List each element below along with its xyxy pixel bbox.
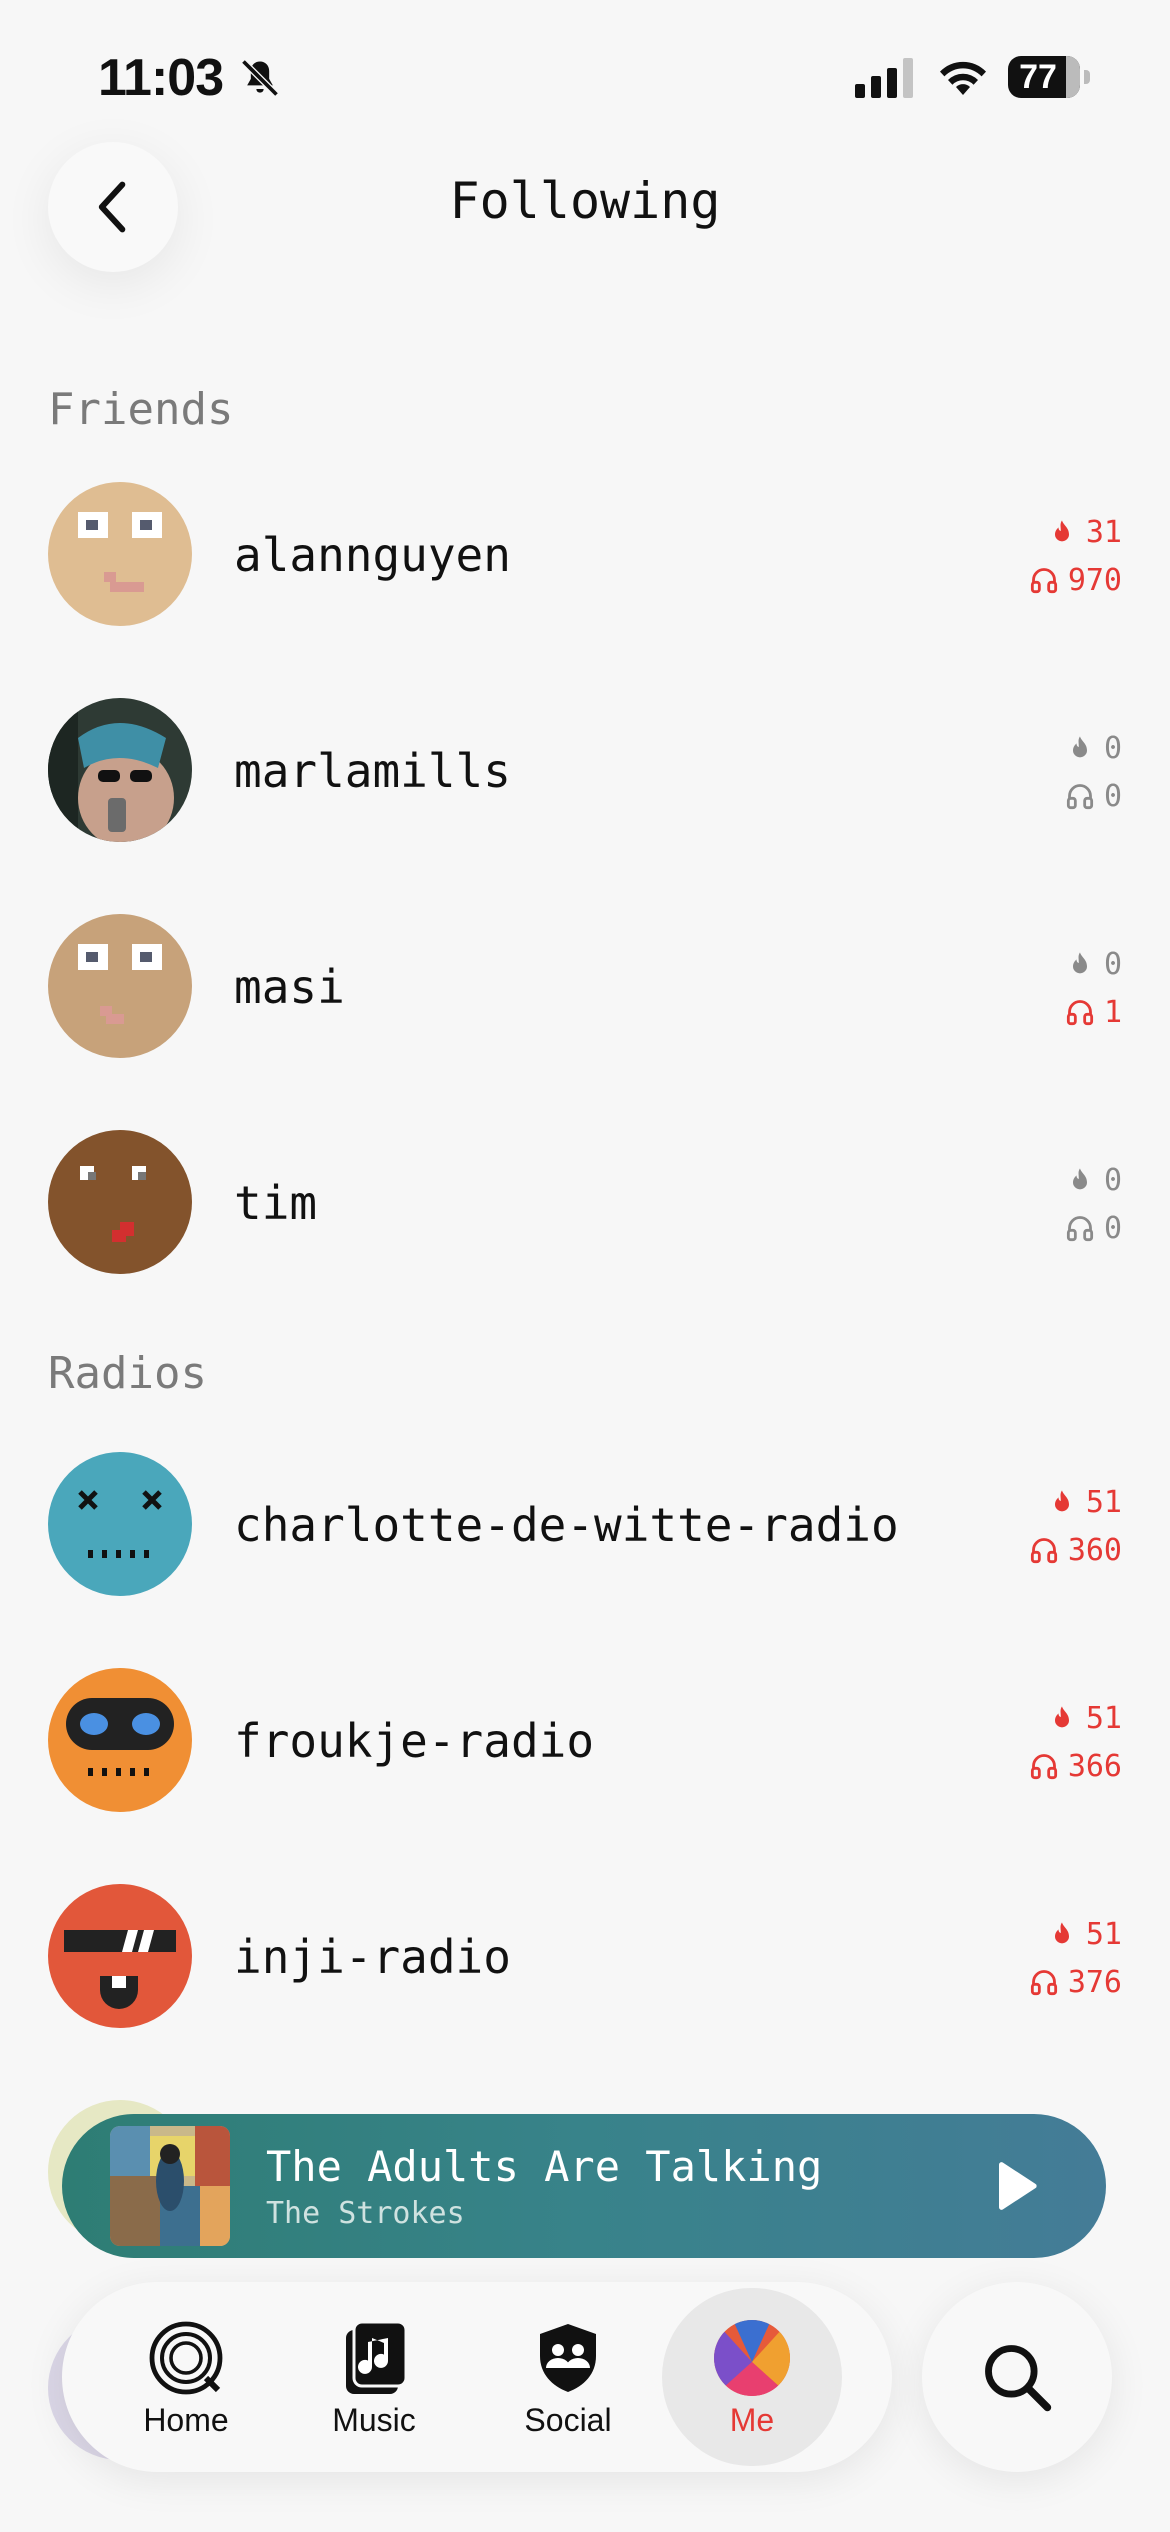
streak-count: 31 — [1085, 514, 1122, 550]
tab-social[interactable]: Social — [478, 2282, 658, 2472]
me-avatar-icon — [714, 2320, 790, 2396]
flame-icon — [1072, 736, 1087, 758]
track-artist: The Strokes — [266, 2196, 465, 2231]
listen-count: 360 — [1067, 1532, 1122, 1568]
listen-count: 970 — [1067, 562, 1122, 598]
friend-username: marlamills — [234, 744, 511, 798]
headphones-icon — [1066, 784, 1094, 810]
search-button[interactable] — [922, 2282, 1112, 2472]
flame-icon — [1054, 1490, 1069, 1512]
radio-name: charlotte-de-witte-radio — [234, 1498, 899, 1552]
home-rings-icon — [149, 2321, 223, 2395]
tab-label: Home — [143, 2402, 229, 2438]
flame-icon — [1054, 520, 1069, 542]
tab-label: Me — [729, 2402, 775, 2438]
headphones-icon — [1030, 1538, 1057, 1564]
status-bar: 11:03 77 — [0, 0, 1170, 150]
streak-count: 51 — [1085, 1700, 1122, 1736]
listen-count: 366 — [1067, 1748, 1122, 1784]
friend-stats: 31 970 — [942, 508, 1122, 604]
now-playing-bar[interactable]: The Adults Are Talking The Strokes — [62, 2114, 1106, 2258]
radio-row[interactable]: froukje-radio 51 366 — [48, 1668, 1122, 1812]
flame-icon — [1054, 1706, 1069, 1728]
friend-stats: 0 1 — [942, 940, 1122, 1036]
streak-count: 0 — [1103, 946, 1122, 982]
radio-row[interactable]: charlotte-de-witte-radio 51 360 — [48, 1452, 1122, 1596]
tab-bar: Home Music Social Me — [62, 2282, 892, 2472]
friend-stats: 0 0 — [942, 1156, 1122, 1252]
headphones-icon — [1066, 1000, 1094, 1026]
radio-row[interactable]: inji-radio 51 376 — [48, 1884, 1122, 2028]
flame-icon — [1054, 1922, 1069, 1944]
flame-icon — [1072, 1168, 1087, 1190]
headphones-icon — [1066, 1216, 1094, 1242]
page-title: Following — [449, 172, 721, 230]
friend-row[interactable]: masi 0 1 — [48, 914, 1122, 1058]
listen-count: 0 — [1103, 778, 1122, 814]
headphones-icon — [1030, 568, 1057, 594]
radio-avatar — [48, 1452, 192, 1596]
radio-avatar — [48, 1884, 192, 2028]
social-shield-icon — [540, 2324, 596, 2392]
section-radios-label: Radios — [48, 1348, 207, 1399]
headphones-icon — [1030, 1754, 1057, 1780]
radio-stats: 51 376 — [942, 1910, 1122, 2006]
tab-home[interactable]: Home — [96, 2282, 276, 2472]
friend-row[interactable]: alannguyen 31 970 — [48, 482, 1122, 626]
flame-icon — [1072, 952, 1087, 974]
friend-username: masi — [234, 960, 345, 1014]
radio-stats: 51 366 — [942, 1694, 1122, 1790]
streak-count: 51 — [1085, 1484, 1122, 1520]
avatar-photo — [48, 698, 192, 842]
listen-count: 376 — [1067, 1964, 1122, 2000]
play-icon[interactable] — [984, 2156, 1044, 2216]
track-title: The Adults Are Talking — [266, 2142, 823, 2191]
tab-label: Social — [524, 2402, 612, 2438]
headphones-icon — [1030, 1970, 1057, 1996]
streak-count: 0 — [1103, 1162, 1122, 1198]
listen-count: 1 — [1103, 994, 1122, 1030]
battery-indicator: 77 — [1008, 56, 1092, 100]
avatar — [48, 914, 192, 1058]
radio-name: froukje-radio — [234, 1714, 595, 1768]
tab-music[interactable]: Music — [284, 2282, 464, 2472]
signal-icon — [855, 58, 913, 98]
avatar — [48, 1130, 192, 1274]
battery-level: 77 — [1019, 58, 1057, 96]
friend-username: alannguyen — [234, 528, 511, 582]
friend-stats: 0 0 — [942, 724, 1122, 820]
friend-username: tim — [234, 1176, 318, 1230]
friend-row[interactable]: marlamills 0 0 — [48, 698, 1122, 842]
tab-me[interactable]: Me — [662, 2288, 842, 2466]
radio-stats: 51 360 — [942, 1478, 1122, 1574]
friend-row[interactable]: tim 0 0 — [48, 1130, 1122, 1274]
wifi-icon — [940, 61, 986, 95]
bell-muted-icon — [241, 59, 279, 97]
search-icon — [985, 2345, 1052, 2412]
avatar — [48, 482, 192, 626]
streak-count: 0 — [1103, 730, 1122, 766]
section-friends-label: Friends — [48, 384, 234, 435]
listen-count: 0 — [1103, 1210, 1122, 1246]
radio-avatar — [48, 1668, 192, 1812]
album-art — [110, 2126, 230, 2246]
streak-count: 51 — [1085, 1916, 1122, 1952]
music-note-icon — [346, 2320, 408, 2394]
radio-name: inji-radio — [234, 1930, 511, 1984]
tab-label: Music — [332, 2402, 416, 2438]
status-time: 11:03 — [98, 49, 224, 107]
